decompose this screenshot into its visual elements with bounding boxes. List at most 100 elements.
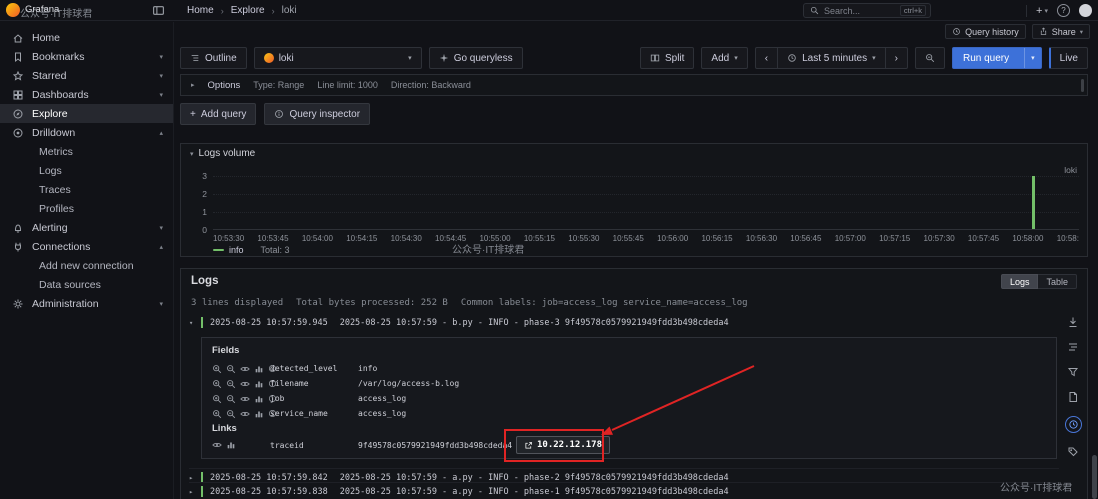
help-button[interactable]: ? [1057, 4, 1070, 17]
filter-out-icon[interactable] [226, 409, 236, 419]
time-shift-back-button[interactable]: ‹ [754, 47, 779, 69]
plus-icon: + [1036, 4, 1043, 17]
logs-volume-chart[interactable] [213, 176, 1079, 230]
toggle-table[interactable]: Table [1038, 274, 1077, 289]
sidebar-item-explore[interactable]: Explore [0, 104, 173, 123]
sidebar-item-bookmarks[interactable]: Bookmarks ▾ [0, 47, 173, 66]
eye-icon[interactable] [240, 379, 250, 389]
sidebar-item-drilldown[interactable]: Drilldown ▴ [0, 123, 173, 142]
document-icon[interactable] [1067, 391, 1079, 403]
chevron-down-icon[interactable]: ▾ [159, 91, 163, 99]
zoom-out-button[interactable] [914, 47, 945, 69]
share-button[interactable]: Share ▾ [1031, 24, 1090, 39]
go-queryless-button[interactable]: Go queryless [428, 47, 523, 69]
stats-icon[interactable] [226, 440, 236, 450]
stats-icon[interactable] [254, 394, 264, 404]
new-menu-button[interactable]: + ▾ [1036, 5, 1048, 17]
search-icon [810, 6, 819, 15]
add-query-button[interactable]: + Add query [180, 103, 257, 125]
eye-icon[interactable] [240, 364, 250, 374]
scroll-to-bottom-icon[interactable] [1067, 316, 1079, 328]
field-name: detected_level [270, 364, 338, 373]
chevron-down-icon[interactable]: ▾ [159, 53, 163, 61]
time-range-picker[interactable]: Last 5 minutes ▾ [777, 47, 886, 69]
chevron-down-icon[interactable]: ▾ [189, 319, 199, 327]
history-icon [952, 27, 961, 36]
chevron-down-icon[interactable]: ▾ [159, 72, 163, 80]
log-row[interactable]: ▸ 2025-08-25 10:57:59.838 2025-08-25 10:… [189, 485, 729, 498]
stats-icon[interactable] [254, 409, 264, 419]
logs-volume-header[interactable]: ▾ Logs volume [190, 148, 255, 159]
outline-button[interactable]: Outline [180, 47, 247, 69]
legend-series-name[interactable]: info [229, 245, 244, 255]
query-history-button[interactable]: Query history [945, 24, 1026, 39]
add-dropdown-button[interactable]: Add ▾ [701, 47, 748, 69]
tag-icon[interactable] [1067, 446, 1079, 458]
filter-out-icon[interactable] [226, 379, 236, 389]
live-button[interactable]: Live [1048, 47, 1088, 69]
volume-bar[interactable] [1032, 176, 1036, 229]
clock-icon-highlighted[interactable] [1064, 416, 1082, 433]
chevron-up-icon[interactable]: ▴ [159, 129, 163, 137]
query-options-row[interactable]: ▸ Options Type: Range Line limit: 1000 D… [180, 74, 1088, 96]
user-avatar[interactable] [1079, 4, 1092, 17]
filter-icon[interactable] [1067, 366, 1079, 378]
legend-swatch-info [213, 249, 224, 251]
sidebar-item-add-new-connection[interactable]: Add new connection [0, 256, 173, 275]
filter-for-icon[interactable] [212, 409, 222, 419]
sidebar-toggle-icon[interactable] [152, 4, 165, 17]
sidebar-item-dashboards[interactable]: Dashboards ▾ [0, 85, 173, 104]
filter-for-icon[interactable] [212, 379, 222, 389]
scrollbar-thumb[interactable] [1092, 455, 1097, 499]
chevron-up-icon[interactable]: ▴ [159, 243, 163, 251]
trace-link-button[interactable]: 10.22.12.178 [516, 436, 611, 454]
search-input[interactable]: Search... ctrl+k [803, 3, 931, 18]
run-query-caret[interactable]: ▾ [1024, 48, 1041, 68]
chevron-right-icon[interactable]: ▸ [189, 474, 199, 482]
stats-icon[interactable] [254, 379, 264, 389]
sidebar-item-administration[interactable]: Administration ▾ [0, 294, 173, 313]
chevron-right-icon[interactable]: ▸ [191, 81, 195, 89]
sidebar-item-traces[interactable]: Traces [0, 180, 173, 199]
time-shift-forward-button[interactable]: › [884, 47, 908, 69]
grafana-logo[interactable] [6, 3, 20, 17]
series-label: loki [1064, 165, 1077, 175]
log-message: 2025-08-25 10:57:59 - a.py - INFO - phas… [339, 472, 729, 483]
chevron-right-icon[interactable]: ▸ [189, 488, 199, 496]
breadcrumb-home[interactable]: Home [187, 5, 214, 16]
eye-icon[interactable] [240, 409, 250, 419]
breadcrumb-explore[interactable]: Explore [231, 5, 265, 16]
dedup-icon[interactable] [1067, 341, 1079, 353]
sidebar-item-profiles[interactable]: Profiles [0, 199, 173, 218]
run-query-button[interactable]: Run query ▾ [951, 47, 1042, 69]
sidebar-item-alerting[interactable]: Alerting ▾ [0, 218, 173, 237]
sidebar-item-metrics[interactable]: Metrics [0, 142, 173, 161]
eye-icon[interactable] [240, 394, 250, 404]
option-type: Type: Range [253, 80, 305, 90]
scrollbar-thumb[interactable] [1081, 79, 1084, 92]
log-level-stripe-info [201, 317, 203, 328]
split-button[interactable]: Split [639, 47, 695, 69]
stats-icon[interactable] [254, 364, 264, 374]
breadcrumb-loki[interactable]: loki [282, 5, 297, 16]
datasource-picker[interactable]: loki ▾ [253, 47, 422, 69]
x-axis-tick: 10:56:45 [790, 234, 822, 243]
sidebar-item-logs[interactable]: Logs [0, 161, 173, 180]
query-inspector-button[interactable]: Query inspector [264, 103, 371, 125]
toggle-logs[interactable]: Logs [1000, 274, 1039, 289]
log-row-expanded[interactable]: ▾ 2025-08-25 10:57:59.945 2025-08-25 10:… [189, 316, 729, 329]
chevron-down-icon[interactable]: ▾ [159, 300, 163, 308]
sidebar-item-data-sources[interactable]: Data sources [0, 275, 173, 294]
sidebar-item-starred[interactable]: Starred ▾ [0, 66, 173, 85]
eye-icon[interactable] [212, 440, 222, 450]
chevron-down-icon[interactable]: ▾ [190, 150, 194, 158]
filter-out-icon[interactable] [226, 364, 236, 374]
filter-out-icon[interactable] [226, 394, 236, 404]
home-icon [12, 32, 24, 44]
sidebar-item-home[interactable]: Home [0, 28, 173, 47]
chevron-down-icon[interactable]: ▾ [159, 224, 163, 232]
link-value: 9f49578c0579921949fdd3b498cdeda4 [358, 440, 513, 450]
filter-for-icon[interactable] [212, 394, 222, 404]
filter-for-icon[interactable] [212, 364, 222, 374]
sidebar-item-connections[interactable]: Connections ▴ [0, 237, 173, 256]
